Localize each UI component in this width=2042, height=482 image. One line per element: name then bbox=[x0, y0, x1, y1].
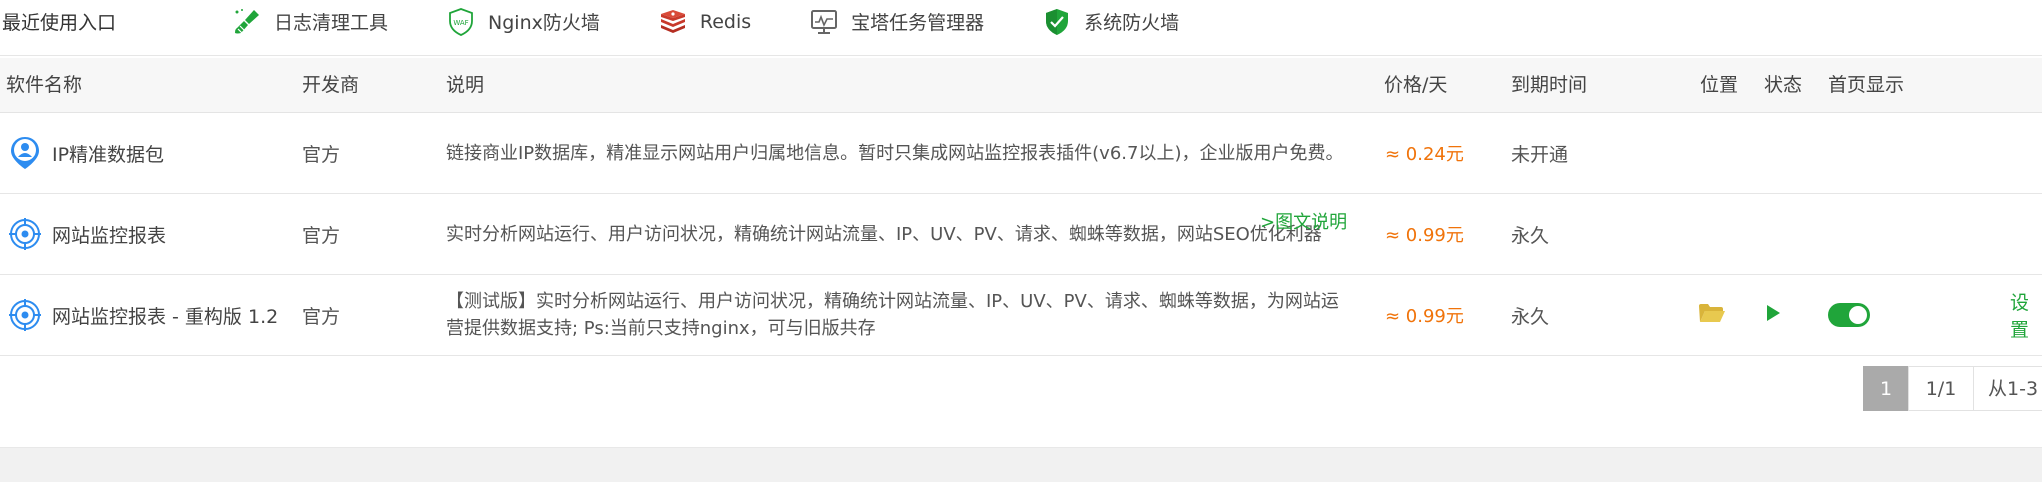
footer-band bbox=[0, 447, 2042, 482]
software-store-page: 最近使用入口 日志清理工具 WAF Nginx防火墙 Redis 宝塔任务管理器… bbox=[0, 0, 2042, 482]
col-header-name: 软件名称 bbox=[6, 74, 83, 96]
page-total: 1/1 bbox=[1908, 366, 1974, 411]
broom-icon bbox=[230, 5, 264, 39]
expire-cell: 永久 bbox=[1511, 275, 1549, 355]
expire-text: 永久 bbox=[1511, 305, 1550, 328]
recent-item-label: Redis bbox=[699, 10, 752, 33]
price-cell: ≈ 0.99元 bbox=[1385, 275, 1464, 355]
firewall-shield-icon bbox=[1040, 5, 1074, 39]
software-name-cell: 网站监控报表 bbox=[8, 194, 166, 274]
col-header-expire: 到期时间 bbox=[1511, 74, 1588, 96]
toggle-knob bbox=[1849, 306, 1867, 324]
table-row: IP精准数据包 官方 链接商业IP数据库，精准显示网站用户归属地信息。暂时只集成… bbox=[0, 113, 2042, 194]
recent-item-redis[interactable]: Redis bbox=[656, 5, 751, 39]
play-icon[interactable] bbox=[1763, 303, 1783, 327]
recent-item-nginx-waf[interactable]: WAF Nginx防火墙 bbox=[444, 5, 600, 39]
recent-entries-label: 最近使用入口 bbox=[2, 12, 117, 34]
expire-cell: 永久 bbox=[1511, 194, 1549, 274]
status-cell bbox=[1763, 275, 1783, 355]
folder-open-icon[interactable] bbox=[1698, 302, 1726, 328]
description-text: 【测试版】实时分析网站运行、用户访问状况，精确统计网站流量、IP、UV、PV、请… bbox=[446, 288, 1346, 342]
homepage-display-cell bbox=[1828, 275, 1870, 355]
radar-target-icon bbox=[8, 298, 42, 332]
developer-text: 官方 bbox=[302, 305, 341, 328]
price-cell: ≈ 0.24元 bbox=[1385, 113, 1464, 193]
action-cell: 设置 bbox=[2010, 275, 2042, 355]
price-text: ≈ 0.99元 bbox=[1385, 306, 1464, 327]
recent-entries-bar: 最近使用入口 日志清理工具 WAF Nginx防火墙 Redis 宝塔任务管理器… bbox=[0, 0, 2042, 56]
description-cell: 实时分析网站运行、用户访问状况，精确统计网站流量、IP、UV、PV、请求、蜘蛛等… bbox=[446, 194, 1376, 274]
software-name-cell: 网站监控报表 - 重构版 1.2 bbox=[8, 275, 278, 355]
table-header: 软件名称 开发商 说明 价格/天 到期时间 位置 状态 首页显示 bbox=[0, 58, 2042, 113]
recent-item-log-cleaner[interactable]: 日志清理工具 bbox=[230, 5, 388, 39]
recent-item-label: Nginx防火墙 bbox=[488, 12, 600, 34]
description-text: 实时分析网站运行、用户访问状况，精确统计网站流量、IP、UV、PV、请求、蜘蛛等… bbox=[446, 221, 1376, 248]
waf-shield-icon: WAF bbox=[444, 5, 478, 39]
page-current[interactable]: 1 bbox=[1863, 366, 1909, 411]
software-name: 网站监控报表 - 重构版 1.2 bbox=[52, 305, 279, 328]
image-description-link[interactable]: >图文说明 bbox=[1260, 208, 1347, 234]
description-body: 链接商业IP数据库，精准显示网站用户归属地信息。暂时只集成网站监控报表插件(v6… bbox=[446, 142, 1344, 164]
recent-item-label: 日志清理工具 bbox=[274, 12, 389, 34]
recent-item-label: 系统防火墙 bbox=[1084, 12, 1180, 34]
redis-icon bbox=[656, 5, 690, 39]
homepage-display-toggle[interactable] bbox=[1828, 303, 1870, 327]
software-name: IP精准数据包 bbox=[52, 143, 165, 166]
expire-text: 未开通 bbox=[1511, 143, 1569, 166]
recent-item-system-firewall[interactable]: 系统防火墙 bbox=[1040, 5, 1179, 39]
table-row: 网站监控报表 官方 实时分析网站运行、用户访问状况，精确统计网站流量、IP、UV… bbox=[0, 194, 2042, 275]
developer-cell: 官方 bbox=[302, 275, 340, 355]
col-header-location: 位置 bbox=[1700, 74, 1739, 96]
description-body: 【测试版】实时分析网站运行、用户访问状况，精确统计网站流量、IP、UV、PV、请… bbox=[446, 291, 1339, 339]
col-header-developer: 开发商 bbox=[302, 74, 360, 96]
col-header-homepage: 首页显示 bbox=[1828, 74, 1905, 96]
table-row: 网站监控报表 - 重构版 1.2 官方 【测试版】实时分析网站运行、用户访问状况… bbox=[0, 275, 2042, 356]
location-user-icon bbox=[8, 136, 42, 170]
description-cell: 链接商业IP数据库，精准显示网站用户归属地信息。暂时只集成网站监控报表插件(v6… bbox=[446, 113, 1346, 193]
radar-target-icon bbox=[8, 217, 42, 251]
description-body: 实时分析网站运行、用户访问状况，精确统计网站流量、IP、UV、PV、请求、蜘蛛等… bbox=[446, 223, 1322, 245]
price-text: ≈ 0.24元 bbox=[1385, 144, 1464, 165]
pagination: 1 1/1 从1-3 bbox=[1863, 366, 2042, 411]
col-header-description: 说明 bbox=[446, 74, 485, 96]
software-name: 网站监控报表 bbox=[52, 224, 167, 247]
col-header-price: 价格/天 bbox=[1384, 74, 1448, 96]
waf-badge-text: WAF bbox=[453, 19, 468, 27]
price-text: ≈ 0.99元 bbox=[1385, 225, 1464, 246]
description-cell: 【测试版】实时分析网站运行、用户访问状况，精确统计网站流量、IP、UV、PV、请… bbox=[446, 275, 1346, 355]
software-table: 软件名称 开发商 说明 价格/天 到期时间 位置 状态 首页显示 IP精准数据包… bbox=[0, 58, 2042, 356]
recent-item-task-manager[interactable]: 宝塔任务管理器 bbox=[807, 5, 984, 39]
col-header-status: 状态 bbox=[1764, 74, 1803, 96]
expire-text: 永久 bbox=[1511, 224, 1550, 247]
description-text: 链接商业IP数据库，精准显示网站用户归属地信息。暂时只集成网站监控报表插件(v6… bbox=[446, 140, 1346, 167]
location-cell bbox=[1698, 275, 1726, 355]
recent-item-label: 宝塔任务管理器 bbox=[851, 12, 985, 34]
software-name-cell: IP精准数据包 bbox=[8, 113, 164, 193]
expire-cell: 未开通 bbox=[1511, 113, 1568, 193]
price-cell: ≈ 0.99元 bbox=[1385, 194, 1464, 274]
developer-text: 官方 bbox=[302, 224, 341, 247]
page-range: 从1-3 bbox=[1973, 366, 2042, 411]
developer-text: 官方 bbox=[302, 143, 341, 166]
task-manager-icon bbox=[807, 5, 841, 39]
developer-cell: 官方 bbox=[302, 194, 340, 274]
developer-cell: 官方 bbox=[302, 113, 340, 193]
settings-link[interactable]: 设置 bbox=[2010, 288, 2042, 342]
